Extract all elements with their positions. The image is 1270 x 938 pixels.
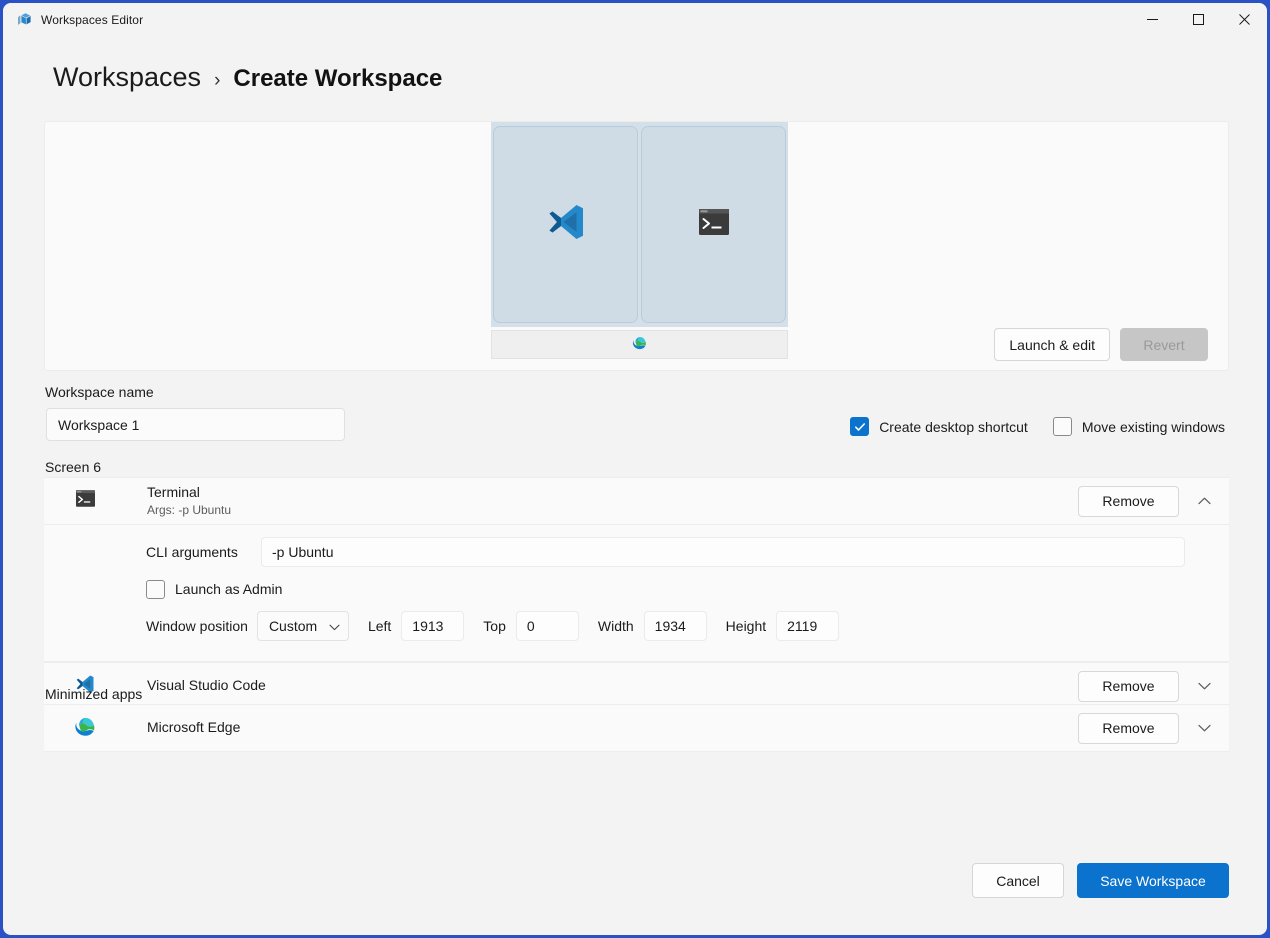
app-args-summary: Args: -p Ubuntu [147, 503, 231, 518]
width-input[interactable] [644, 611, 707, 641]
width-label: Width [598, 618, 634, 634]
chevron-down-icon[interactable] [1179, 662, 1229, 710]
title-bar-left: Workspaces Editor [3, 12, 143, 28]
save-workspace-button[interactable]: Save Workspace [1077, 863, 1229, 898]
chevron-down-icon[interactable] [1179, 704, 1229, 752]
app-row-microsoft-edge[interactable]: Microsoft Edge Remove [44, 704, 1229, 752]
chevron-right-icon: › [214, 70, 220, 92]
checkbox-unchecked-icon [1053, 417, 1072, 436]
taskbar-preview [491, 330, 788, 359]
breadcrumb: Workspaces › Create Workspace [3, 36, 1267, 104]
app-row-visual-studio-code[interactable]: Visual Studio Code Remove [44, 662, 1229, 710]
app-text: Terminal Args: -p Ubuntu [147, 484, 231, 518]
close-button[interactable] [1221, 3, 1267, 36]
top-label: Top [483, 618, 506, 634]
app-name: Visual Studio Code [147, 677, 266, 695]
window-position-select[interactable]: Custom [257, 611, 349, 641]
row-actions: Remove [1078, 705, 1229, 751]
terminal-detail-panel: CLI arguments Launch as Admin Window pos… [44, 525, 1229, 662]
window-position-label: Window position [146, 618, 248, 634]
workspace-name-label: Workspace name [45, 384, 154, 400]
create-desktop-shortcut-checkbox[interactable]: Create desktop shortcut [850, 417, 1028, 436]
remove-button[interactable]: Remove [1078, 486, 1179, 517]
minimized-app-list: Microsoft Edge Remove [44, 704, 1229, 752]
cli-arguments-row: CLI arguments [44, 533, 1229, 571]
row-actions: Remove [1078, 663, 1229, 709]
page-title: Create Workspace [233, 65, 442, 93]
revert-button: Revert [1120, 328, 1208, 361]
preview-window-vscode[interactable] [493, 126, 638, 323]
app-icon-cell [44, 715, 112, 742]
edge-icon[interactable] [632, 335, 647, 355]
edge-icon [74, 715, 96, 742]
minimize-button[interactable] [1129, 3, 1175, 36]
app-title: Workspaces Editor [41, 13, 143, 27]
launch-as-admin-row: Launch as Admin [44, 571, 1229, 607]
create-desktop-shortcut-label: Create desktop shortcut [879, 419, 1028, 435]
app-name: Microsoft Edge [147, 719, 240, 737]
workspace-options: Create desktop shortcut Move existing wi… [850, 417, 1225, 436]
height-input[interactable] [776, 611, 839, 641]
left-label: Left [368, 618, 391, 634]
launch-and-edit-button[interactable]: Launch & edit [994, 328, 1110, 361]
row-actions: Remove [1078, 478, 1229, 524]
move-existing-windows-label: Move existing windows [1082, 419, 1225, 435]
app-text: Visual Studio Code [147, 677, 266, 695]
workspace-name-input[interactable] [46, 408, 345, 441]
workspace-preview-panel: Launch & edit Revert [44, 121, 1229, 371]
screen-app-list: Terminal Args: -p Ubuntu Remove CLI argu… [44, 477, 1229, 710]
maximize-button[interactable] [1175, 3, 1221, 36]
remove-button[interactable]: Remove [1078, 713, 1179, 744]
app-text: Microsoft Edge [147, 719, 240, 737]
cli-arguments-input[interactable] [261, 537, 1185, 567]
launch-as-admin-label: Launch as Admin [175, 581, 282, 597]
checkbox-unchecked-icon [146, 580, 165, 599]
window-position-value: Custom [269, 618, 317, 634]
launch-as-admin-checkbox[interactable]: Launch as Admin [146, 580, 282, 599]
terminal-icon [699, 209, 729, 240]
window-controls [1129, 3, 1267, 36]
chevron-down-icon [329, 618, 340, 634]
app-window: Workspaces Editor Workspaces › Create Wo… [3, 3, 1267, 935]
minimized-apps-header: Minimized apps [45, 686, 142, 702]
terminal-icon [76, 490, 95, 512]
window-position-row: Window position Custom Left Top Width He… [44, 607, 1229, 645]
title-bar: Workspaces Editor [3, 3, 1267, 36]
height-label: Height [726, 618, 766, 634]
footer-actions: Cancel Save Workspace [972, 863, 1229, 898]
app-row-terminal[interactable]: Terminal Args: -p Ubuntu Remove [44, 477, 1229, 525]
workspaces-icon [16, 12, 32, 28]
vscode-icon [544, 200, 588, 249]
preview-window-terminal[interactable] [641, 126, 786, 323]
cancel-button[interactable]: Cancel [972, 863, 1064, 898]
remove-button[interactable]: Remove [1078, 671, 1179, 702]
cli-arguments-label: CLI arguments [146, 544, 261, 560]
app-icon-cell [44, 490, 112, 512]
chevron-up-icon[interactable] [1179, 477, 1229, 525]
left-input[interactable] [401, 611, 464, 641]
checkbox-checked-icon [850, 417, 869, 436]
monitor-preview [491, 122, 788, 327]
screen-group-header: Screen 6 [45, 459, 101, 475]
app-name: Terminal [147, 484, 231, 502]
preview-actions: Launch & edit Revert [994, 328, 1208, 361]
move-existing-windows-checkbox[interactable]: Move existing windows [1053, 417, 1225, 436]
breadcrumb-workspaces-link[interactable]: Workspaces [53, 62, 201, 93]
top-input[interactable] [516, 611, 579, 641]
